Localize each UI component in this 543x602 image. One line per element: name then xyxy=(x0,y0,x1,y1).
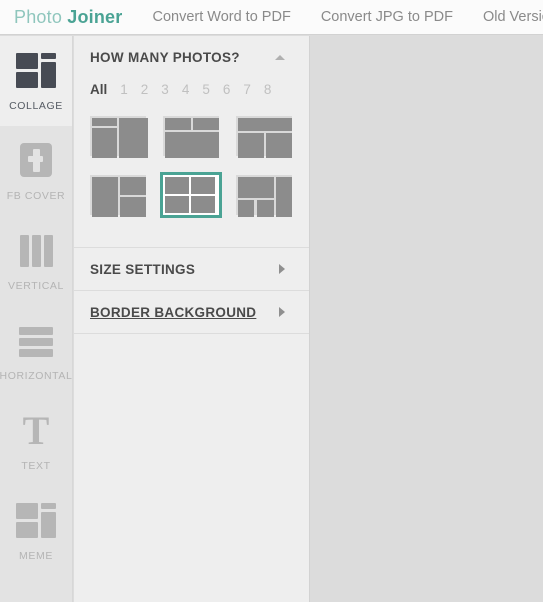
facebook-icon xyxy=(16,141,56,181)
section-header-border-background[interactable]: BORDER BACKGROUND xyxy=(74,291,309,333)
count-option-4[interactable]: 4 xyxy=(182,82,190,97)
sidebar-item-label: TEXT xyxy=(21,459,51,472)
sidebar-item-meme[interactable]: MEME xyxy=(0,486,72,576)
options-panel: HOW MANY PHOTOS? All 1 2 3 4 5 6 7 8 SIZ… xyxy=(74,36,310,602)
sidebar-item-horizontal[interactable]: HORIZONTAL xyxy=(0,306,72,396)
section-title: SIZE SETTINGS xyxy=(90,261,196,277)
logo-word-photo: Photo xyxy=(14,6,68,27)
sidebar-item-vertical[interactable]: VERTICAL xyxy=(0,216,72,306)
sidebar-item-label: FB COVER xyxy=(6,189,66,202)
text-t-icon: T xyxy=(22,407,50,453)
meme-icon xyxy=(16,501,56,541)
nav-link-convert-word-to-pdf[interactable]: Convert Word to PDF xyxy=(152,9,290,25)
layout-template-three-left-one-right[interactable] xyxy=(233,172,295,218)
sidebar-item-fb-cover[interactable]: FB COVER xyxy=(0,126,72,216)
sidebar-item-collage[interactable]: COLLAGE xyxy=(0,36,72,126)
collage-icon xyxy=(16,51,56,91)
layout-template-one-top-two-bottom[interactable] xyxy=(233,113,295,159)
nav-link-old-version[interactable]: Old Version xyxy=(483,9,543,25)
top-navigation-bar: Photo Joiner Convert Word to PDF Convert… xyxy=(0,0,543,35)
chevron-up-icon[interactable] xyxy=(275,54,285,60)
count-option-6[interactable]: 6 xyxy=(223,82,231,97)
divider xyxy=(74,333,309,334)
count-option-5[interactable]: 5 xyxy=(202,82,210,97)
count-option-8[interactable]: 8 xyxy=(264,82,272,97)
layout-template-two-top-one-bottom[interactable] xyxy=(160,113,222,159)
section-title: BORDER BACKGROUND xyxy=(90,304,257,320)
layout-template-two-by-two-grid[interactable] xyxy=(160,172,222,218)
count-option-1[interactable]: 1 xyxy=(120,82,128,97)
tool-sidebar: COLLAGE FB COVER VERTICAL HORIZONTAL T T… xyxy=(0,36,73,602)
horizontal-bars-icon xyxy=(16,321,56,361)
section-header-size-settings[interactable]: SIZE SETTINGS xyxy=(74,248,309,290)
chevron-right-icon[interactable] xyxy=(279,307,285,317)
nav-link-convert-jpg-to-pdf[interactable]: Convert JPG to PDF xyxy=(321,9,453,25)
chevron-right-icon[interactable] xyxy=(279,264,285,274)
section-title: HOW MANY PHOTOS? xyxy=(90,49,240,65)
sidebar-item-label: MEME xyxy=(19,549,53,562)
sidebar-item-label: HORIZONTAL xyxy=(0,369,73,382)
layout-template-grid xyxy=(74,107,309,247)
layout-template-left-split-right-full[interactable] xyxy=(87,113,149,159)
count-option-all[interactable]: All xyxy=(90,82,107,97)
vertical-bars-icon xyxy=(16,231,56,271)
sidebar-item-label: VERTICAL xyxy=(8,279,64,292)
sidebar-item-text[interactable]: T TEXT xyxy=(0,396,72,486)
app-logo[interactable]: Photo Joiner xyxy=(14,7,122,28)
section-header-how-many-photos[interactable]: HOW MANY PHOTOS? xyxy=(74,36,309,78)
count-option-7[interactable]: 7 xyxy=(243,82,251,97)
photo-count-filter: All 1 2 3 4 5 6 7 8 xyxy=(74,78,309,107)
sidebar-item-label: COLLAGE xyxy=(9,99,63,112)
count-option-2[interactable]: 2 xyxy=(141,82,149,97)
logo-word-joiner: Joiner xyxy=(67,6,123,27)
layout-template-left-full-right-split[interactable] xyxy=(87,172,149,218)
collage-canvas-area[interactable] xyxy=(311,36,543,602)
count-option-3[interactable]: 3 xyxy=(161,82,169,97)
